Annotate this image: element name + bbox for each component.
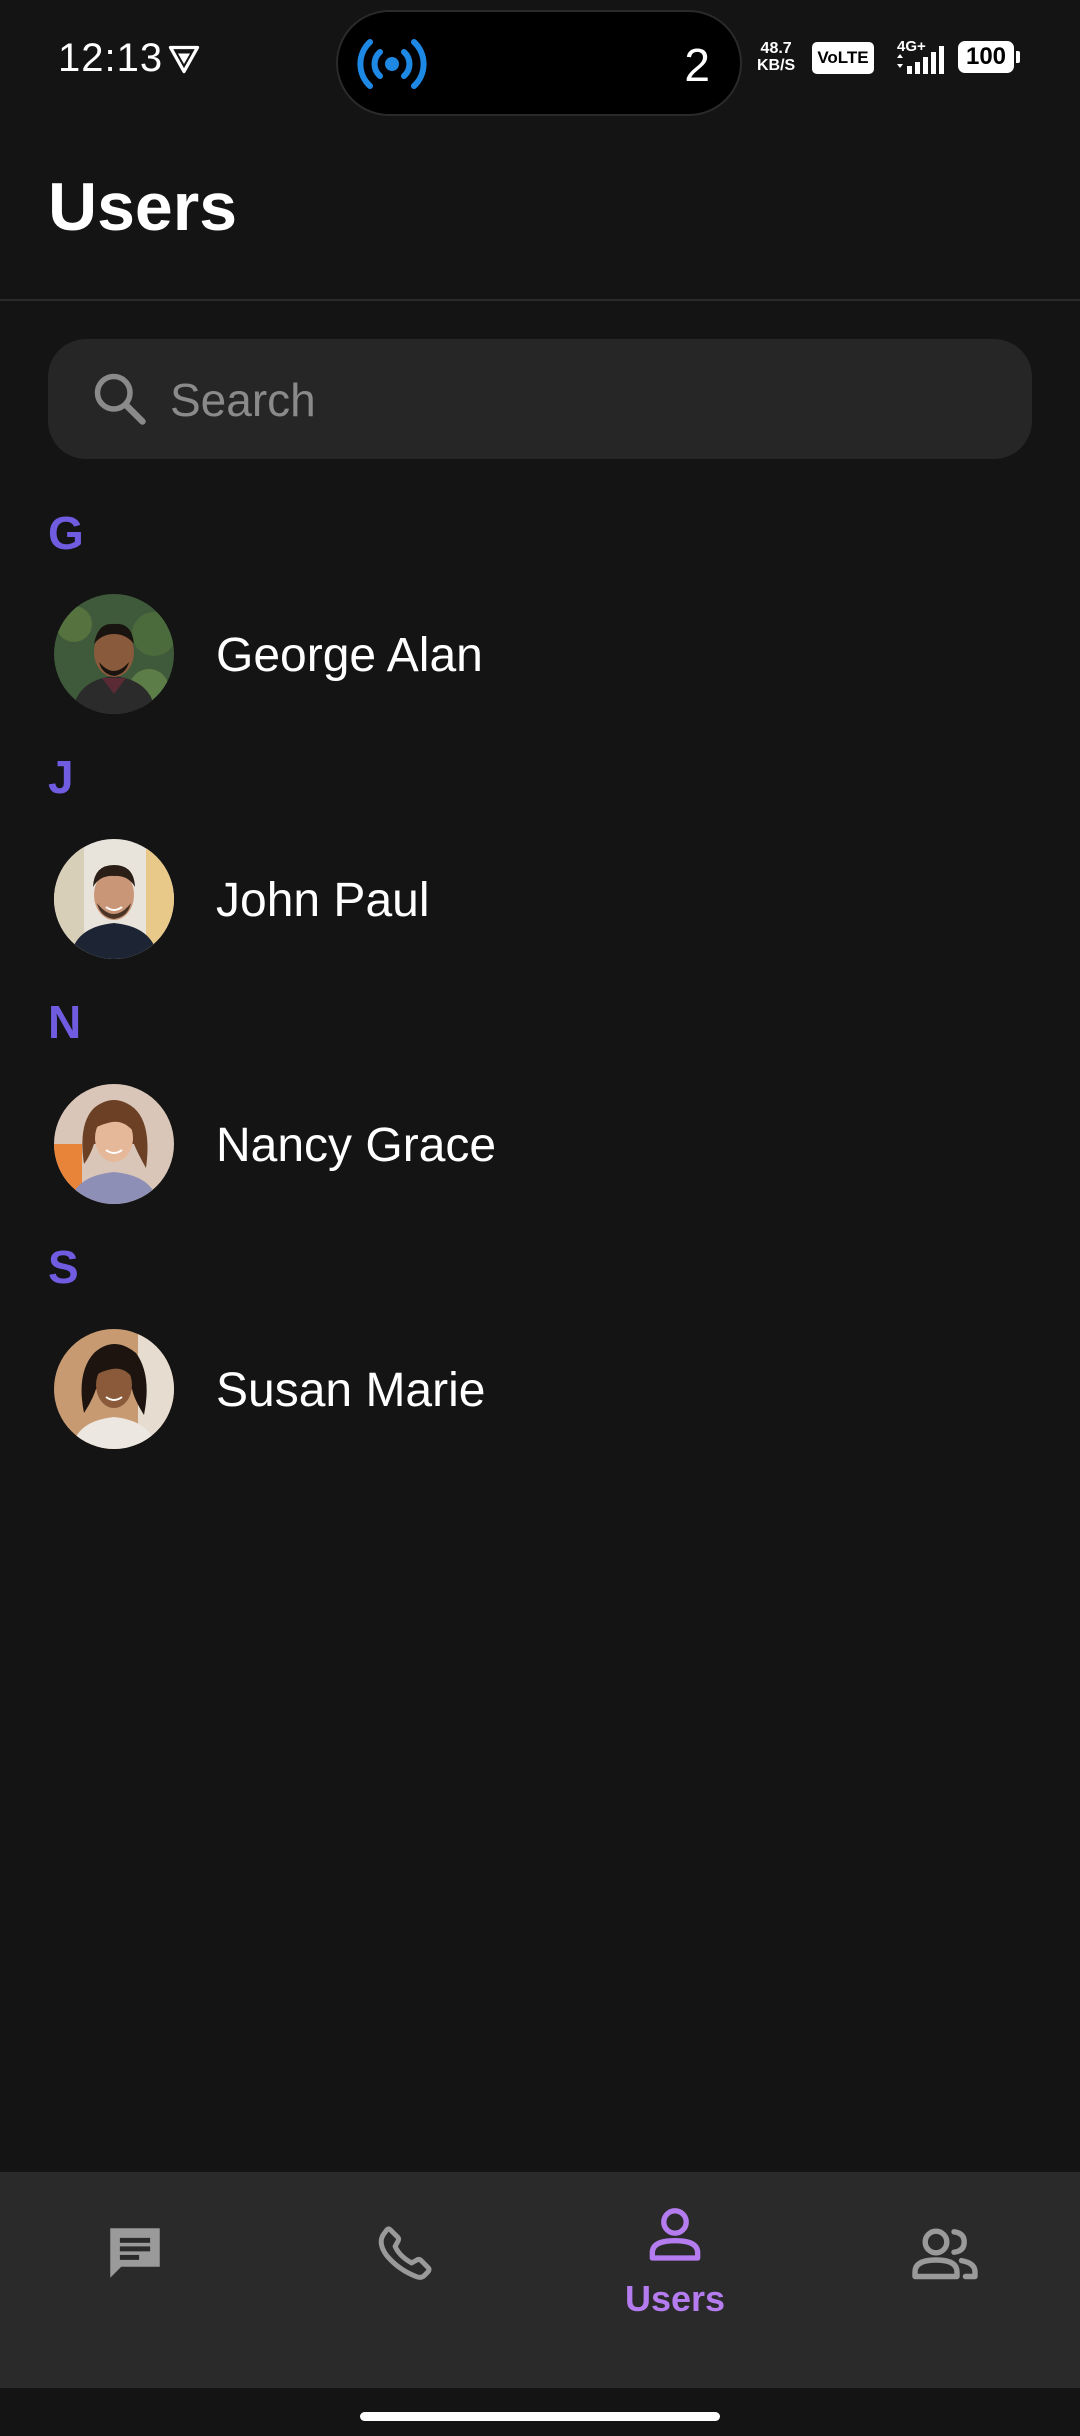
contact-name: George Alan [216, 629, 483, 682]
broadcast-icon [357, 39, 427, 89]
battery-level: 100 [965, 43, 1007, 70]
avatar [54, 1084, 174, 1204]
header-divider [0, 299, 1080, 301]
avatar [54, 839, 174, 959]
section-header-n: N [48, 996, 82, 1048]
chat-icon [110, 2228, 160, 2278]
contact-name: Susan Marie [216, 1364, 486, 1417]
page-title: Users [48, 169, 238, 245]
nav-label-users: Users [624, 2278, 726, 2319]
contact-row-george-alan[interactable]: George Alan [0, 584, 1080, 724]
network-speed: 48.7 KB/S [757, 40, 795, 74]
section-header-s: S [48, 1241, 79, 1293]
phone-icon [378, 2226, 432, 2280]
contact-row-john-paul[interactable]: John Paul [0, 829, 1080, 969]
speed-unit: KB/S [757, 57, 796, 74]
island-count: 2 [684, 39, 710, 91]
nav-groups[interactable] [810, 2172, 1080, 2388]
volte-badge: VoLTE [812, 42, 874, 74]
user-icon [649, 2208, 701, 2261]
search-icon [94, 373, 146, 425]
group-icon [912, 2228, 978, 2280]
vpn-shield-icon [168, 45, 200, 74]
dynamic-island[interactable]: 2 [336, 10, 742, 116]
avatar [54, 1329, 174, 1449]
network-type: 4G+ [897, 38, 926, 55]
contact-name: Nancy Grace [216, 1119, 497, 1172]
contact-row-nancy-grace[interactable]: Nancy Grace [0, 1074, 1080, 1214]
home-indicator[interactable] [360, 2412, 720, 2421]
contact-row-susan-marie[interactable]: Susan Marie [0, 1319, 1080, 1459]
status-bar: 12:13 2 48.7 KB/S VoLTE 4G+ 100 [0, 0, 1080, 120]
nav-users[interactable]: Users [540, 2172, 810, 2388]
search-bar[interactable] [48, 339, 1032, 459]
status-time: 12:13 [58, 36, 164, 80]
bottom-navigation: Users [0, 2172, 1080, 2388]
section-header-g: G [48, 507, 84, 559]
section-header-j: J [48, 751, 74, 803]
search-input[interactable] [168, 365, 992, 435]
nav-chats[interactable] [0, 2172, 270, 2388]
speed-value: 48.7 [760, 40, 792, 57]
nav-calls[interactable] [270, 2172, 540, 2388]
battery-icon: 100 [958, 41, 1022, 75]
avatar [54, 594, 174, 714]
contact-name: John Paul [216, 874, 430, 927]
